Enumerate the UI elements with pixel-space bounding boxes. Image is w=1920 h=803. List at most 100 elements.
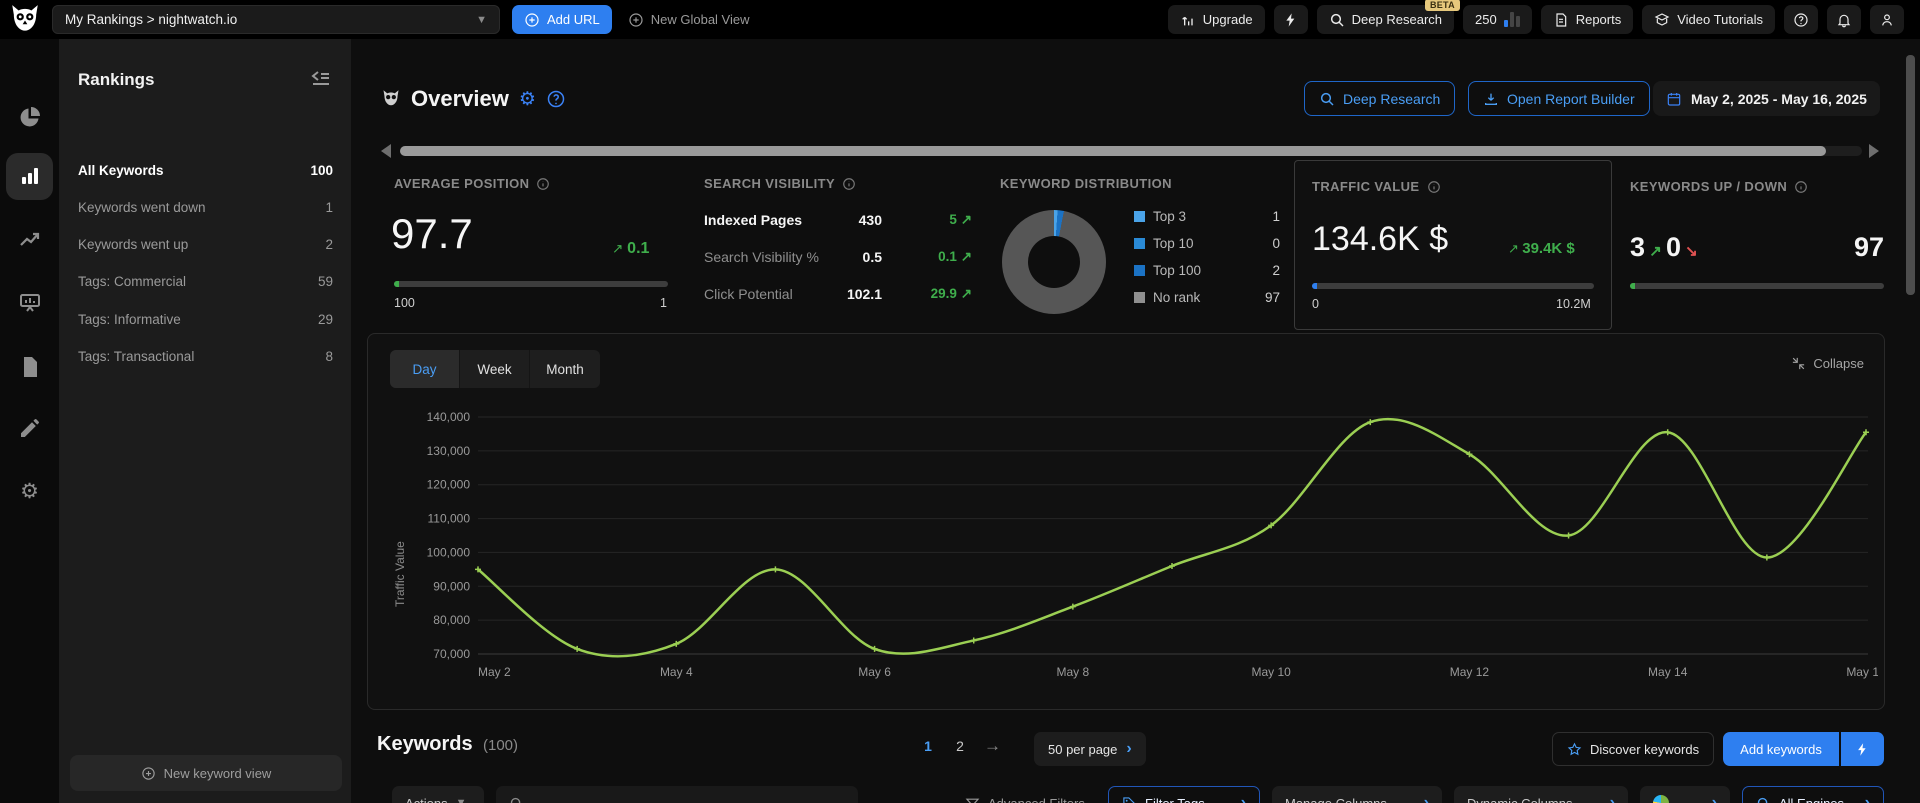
legend-row-top3: Top 3 1 [1134, 208, 1280, 224]
vscroll-thumb[interactable] [1906, 55, 1915, 295]
overview-pie-nav-icon[interactable] [18, 105, 42, 129]
notes-pencil-nav-icon[interactable] [18, 416, 42, 440]
sidebar-item-tags-transactional[interactable]: Tags: Transactional 8 [78, 344, 333, 368]
plus-circle-icon [141, 766, 155, 780]
info-icon[interactable] [536, 177, 550, 191]
page-2-button[interactable]: 2 [948, 738, 972, 754]
date-range-label: May 2, 2025 - May 16, 2025 [1691, 90, 1867, 107]
project-selector[interactable]: My Rankings > nightwatch.io ▼ [52, 5, 500, 34]
reports-button[interactable]: Reports [1540, 5, 1634, 34]
video-tutorials-button[interactable]: Video Tutorials [1642, 5, 1775, 34]
overview-settings-gear-icon[interactable]: ⚙ [519, 88, 536, 111]
new-keyword-view-button[interactable]: New keyword view [70, 755, 342, 791]
add-keywords-button[interactable]: Add keywords [1723, 732, 1839, 766]
sidebar-item-label: Tags: Transactional [78, 348, 195, 364]
average-position-title: AVERAGE POSITION [394, 176, 550, 191]
per-page-selector[interactable]: 50 per page › [1034, 732, 1146, 766]
reports-nav-icon[interactable] [18, 355, 42, 379]
svg-text:May 4: May 4 [660, 665, 693, 679]
all-engines-label: All Engines [1779, 795, 1845, 803]
actions-dropdown[interactable]: Actions ▼ [392, 786, 484, 803]
stat-title-text: SEARCH VISIBILITY [704, 176, 836, 191]
scale-start-label: 100 [394, 296, 415, 310]
notifications-button[interactable] [1827, 5, 1861, 34]
sidebar-item-count: 8 [325, 348, 333, 364]
filter-tags-button[interactable]: Filter Tags › [1108, 786, 1260, 803]
legend-count: 2 [1272, 262, 1280, 278]
collapse-button[interactable]: Collapse [1791, 356, 1864, 371]
scale-end-label: 10.2M [1556, 297, 1591, 311]
overview-help-icon[interactable] [546, 89, 566, 109]
svg-text:May 14: May 14 [1648, 665, 1688, 679]
hscroll-left-arrow[interactable] [381, 144, 391, 158]
scale-start-label: 0 [1312, 297, 1319, 311]
keyword-search-input[interactable] [532, 795, 832, 803]
new-keyword-view-label: New keyword view [163, 765, 272, 781]
next-page-icon[interactable]: → [984, 736, 1001, 756]
advanced-filters-button[interactable]: Advanced Filters [952, 786, 1098, 803]
metric-name: Search Visibility % [704, 249, 819, 265]
sidebar-item-keywords-went-up[interactable]: Keywords went up 2 [78, 232, 333, 256]
deep-research-button[interactable]: Deep Research [1304, 81, 1456, 116]
trending-nav-icon[interactable] [18, 228, 42, 252]
tab-day[interactable]: Day [390, 350, 460, 388]
manage-columns-button[interactable]: Manage Columns › [1272, 786, 1442, 803]
stat-title-text: AVERAGE POSITION [394, 176, 530, 191]
svg-text:110,000: 110,000 [428, 512, 471, 526]
date-range-picker[interactable]: May 2, 2025 - May 16, 2025 [1653, 81, 1880, 116]
add-url-button[interactable]: Add URL [512, 5, 612, 34]
keywords-up-down-values: 3 ↗ 0 ↘ [1630, 232, 1698, 263]
trend-down-icon: ↘ [1680, 243, 1698, 260]
sidebar-item-label: Keywords went down [78, 199, 206, 215]
sidebar-item-count: 59 [317, 273, 333, 289]
legend-label: Top 3 [1153, 208, 1187, 224]
deep-research-topbar-button[interactable]: Deep Research BETA [1316, 0, 1460, 34]
settings-gear-nav-icon[interactable]: ⚙ [18, 479, 42, 503]
page-1-button[interactable]: 1 [916, 738, 940, 754]
add-keywords-quick-button[interactable] [1841, 732, 1884, 766]
dynamic-columns-label: Dynamic Columns [1467, 795, 1573, 803]
search-visibility-title: SEARCH VISIBILITY [704, 176, 856, 191]
sidebar-item-count: 1 [325, 199, 333, 215]
sidebar-item-keywords-went-down[interactable]: Keywords went down 1 [78, 195, 333, 219]
discover-keywords-button[interactable]: Discover keywords [1552, 732, 1715, 766]
hscroll-thumb[interactable] [400, 146, 1826, 156]
search-icon [510, 797, 521, 803]
quick-actions-button[interactable] [1273, 5, 1308, 34]
filter-tags-label: Filter Tags [1145, 795, 1205, 803]
trend-up-icon: ↗ [960, 249, 972, 264]
star-icon [1567, 742, 1582, 755]
calendar-icon [1667, 92, 1681, 106]
sidebar-item-tags-informative[interactable]: Tags: Informative 29 [78, 307, 333, 331]
legend-label: Top 100 [1153, 262, 1202, 278]
tab-week[interactable]: Week [460, 350, 530, 388]
legend-row-top100: Top 100 2 [1134, 262, 1280, 278]
sidebar-item-tags-commercial[interactable]: Tags: Commercial 59 [78, 269, 333, 293]
info-icon[interactable] [1794, 180, 1808, 194]
credits-button[interactable]: 250 [1463, 5, 1532, 34]
sidebar-item-label: Tags: Informative [78, 311, 181, 327]
info-icon[interactable] [1427, 180, 1441, 194]
stat-title-text: KEYWORDS UP / DOWN [1630, 179, 1788, 194]
account-button[interactable] [1870, 5, 1904, 34]
chevron-right-icon: › [1126, 740, 1132, 757]
trend-up-icon: ↗ [960, 286, 972, 301]
engine-selector-button[interactable]: › [1640, 786, 1730, 803]
upgrade-button[interactable]: Upgrade [1167, 5, 1265, 34]
help-button[interactable] [1784, 5, 1818, 34]
tab-month[interactable]: Month [530, 350, 600, 388]
dynamic-columns-button[interactable]: Dynamic Columns › [1454, 786, 1628, 803]
click-potential-row: Click Potential 102.1 29.9 ↗ [704, 286, 972, 306]
keyword-search-field[interactable] [496, 786, 858, 803]
all-engines-button[interactable]: All Engines › [1742, 786, 1884, 803]
hscroll-right-arrow[interactable] [1869, 144, 1879, 158]
open-report-builder-button[interactable]: Open Report Builder [1468, 81, 1650, 116]
donut-hole [1028, 236, 1080, 288]
sidebar-item-all-keywords[interactable]: All Keywords 100 [78, 158, 333, 182]
info-icon[interactable] [842, 177, 856, 191]
legend-swatch [1134, 291, 1145, 303]
presentation-nav-icon[interactable] [18, 291, 42, 315]
sidebar-collapse-icon[interactable] [309, 68, 333, 92]
new-global-view-button[interactable]: New Global View [616, 5, 762, 34]
rankings-bar-chart-nav-icon[interactable] [18, 164, 42, 188]
